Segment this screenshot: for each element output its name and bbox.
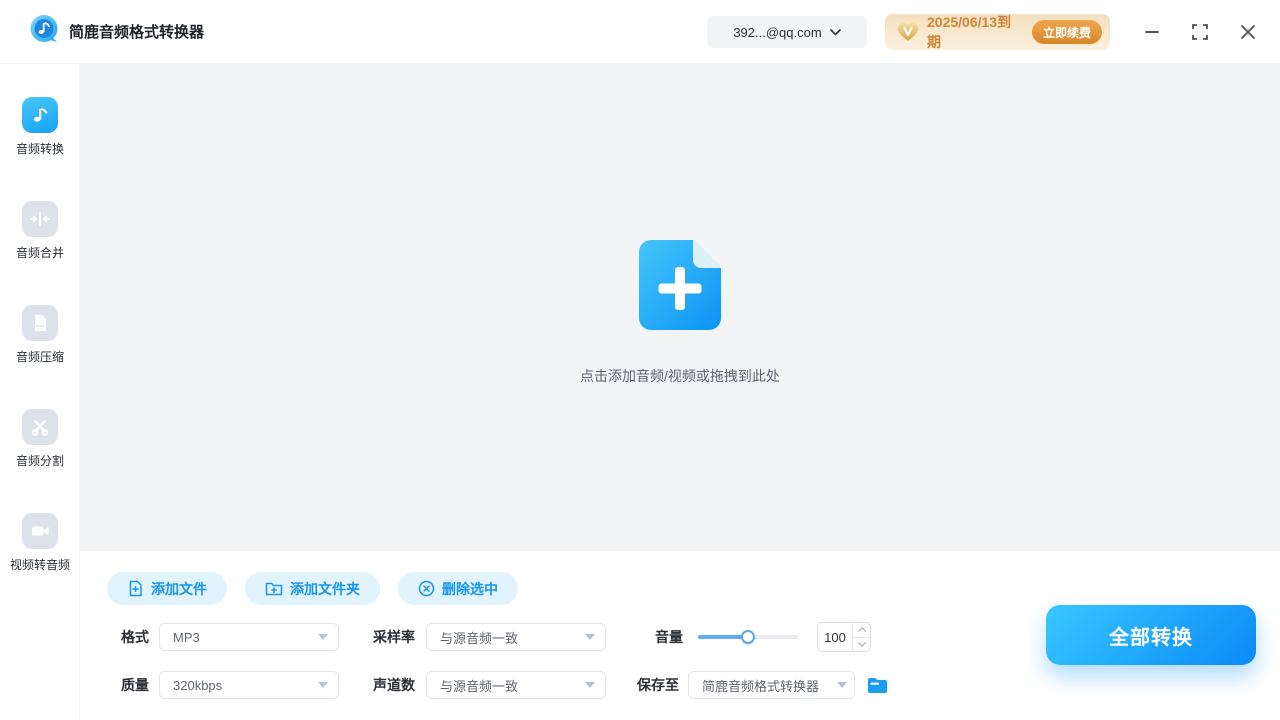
channels-label: 声道数 [373, 671, 415, 699]
sidebar-item-audio-split[interactable]: 音频分割 [0, 409, 80, 469]
title-bar: 简鹿音频格式转换器 392...@qq.com 2025/06/13到期 立即续… [0, 0, 1280, 64]
sidebar-item-video-to-audio[interactable]: 视频转音频 [0, 513, 80, 573]
account-dropdown[interactable]: 392...@qq.com [707, 16, 867, 48]
renew-button[interactable]: 立即续费 [1032, 20, 1102, 44]
quality-select[interactable]: 320kbps [159, 671, 339, 699]
close-icon [1240, 24, 1256, 40]
save-to-label: 保存至 [637, 671, 679, 699]
music-note-icon [22, 97, 58, 133]
dropdown-caret-icon [585, 634, 595, 640]
minimize-button[interactable] [1140, 20, 1164, 44]
browse-folder-button[interactable] [865, 674, 889, 696]
chevron-up-icon [857, 627, 865, 635]
sidebar: 音频转换 音频合并 音频压缩 [0, 64, 80, 720]
window-controls [1140, 0, 1260, 64]
dropzone-hint: 点击添加音频/视频或拖拽到此处 [80, 366, 1280, 386]
circle-x-icon [418, 580, 435, 597]
dropzone[interactable]: 点击添加音频/视频或拖拽到此处 [80, 240, 1280, 386]
add-file-label: 添加文件 [151, 579, 207, 599]
channels-value: 与源音频一致 [440, 676, 518, 695]
maximize-button[interactable] [1188, 20, 1212, 44]
spinner-down-button[interactable] [853, 638, 870, 652]
number-spinner [852, 623, 870, 651]
close-button[interactable] [1236, 20, 1260, 44]
quality-value: 320kbps [173, 678, 222, 693]
add-file-big-icon [639, 317, 721, 334]
format-select[interactable]: MP3 [159, 623, 339, 651]
sidebar-item-label: 音频压缩 [16, 348, 64, 365]
sidebar-item-label: 视频转音频 [10, 556, 70, 573]
folder-open-icon [867, 677, 888, 694]
add-file-button[interactable]: 添加文件 [107, 572, 227, 605]
file-plus-icon [127, 580, 144, 597]
volume-slider[interactable] [698, 623, 798, 651]
slider-thumb[interactable] [741, 630, 755, 644]
chevron-down-icon [857, 639, 865, 647]
channels-select[interactable]: 与源音频一致 [426, 671, 606, 699]
scissors-icon [22, 409, 58, 445]
sidebar-item-label: 音频转换 [16, 140, 64, 157]
save-to-select[interactable]: 简鹿音频格式转换器 [688, 671, 855, 699]
add-folder-button[interactable]: 添加文件夹 [245, 572, 380, 605]
account-email: 392...@qq.com [733, 25, 821, 40]
folder-plus-icon [265, 581, 283, 597]
video-camera-icon [22, 513, 58, 549]
spinner-up-button[interactable] [853, 623, 870, 638]
add-folder-label: 添加文件夹 [290, 579, 360, 599]
volume-value: 100 [818, 623, 852, 651]
dropdown-caret-icon [318, 634, 328, 640]
app-logo: 简鹿音频格式转换器 [28, 13, 204, 50]
sidebar-item-audio-convert[interactable]: 音频转换 [0, 97, 80, 157]
app-title: 简鹿音频格式转换器 [69, 21, 204, 42]
sidebar-item-audio-compress[interactable]: 音频压缩 [0, 305, 80, 365]
settings-panel: 添加文件 添加文件夹 删除选中 格式 MP3 采样率 与源音频一致 [80, 551, 1280, 720]
file-toolbar: 添加文件 添加文件夹 删除选中 [107, 572, 518, 605]
delete-selected-button[interactable]: 删除选中 [398, 572, 518, 605]
app-logo-icon [28, 13, 60, 50]
vip-expiry-date: 2025/06/13到期 [927, 12, 1024, 52]
sidebar-item-audio-merge[interactable]: 音频合并 [0, 201, 80, 261]
sample-rate-select[interactable]: 与源音频一致 [426, 623, 606, 651]
vip-crown-icon [897, 22, 919, 42]
file-list-area: 点击添加音频/视频或拖拽到此处 [80, 64, 1280, 551]
minimize-icon [1144, 24, 1160, 40]
sidebar-item-label: 音频合并 [16, 244, 64, 261]
save-to-value: 简鹿音频格式转换器 [702, 676, 819, 695]
chevron-down-icon [830, 29, 841, 36]
dropdown-caret-icon [837, 682, 847, 688]
convert-all-button[interactable]: 全部转换 [1046, 605, 1256, 665]
dropdown-caret-icon [318, 682, 328, 688]
quality-label: 质量 [121, 671, 149, 699]
delete-selected-label: 删除选中 [442, 579, 498, 599]
sample-rate-label: 采样率 [373, 623, 415, 651]
settings-row-2: 质量 320kbps 声道数 与源音频一致 保存至 简鹿音频格式转换器 [80, 671, 1280, 699]
format-label: 格式 [121, 623, 149, 651]
dropdown-caret-icon [585, 682, 595, 688]
sidebar-item-label: 音频分割 [16, 452, 64, 469]
merge-icon [22, 201, 58, 237]
format-value: MP3 [173, 630, 200, 645]
volume-number-input[interactable]: 100 [817, 622, 871, 652]
volume-label: 音量 [655, 623, 683, 651]
sample-rate-value: 与源音频一致 [440, 628, 518, 647]
vip-status-badge: 2025/06/13到期 立即续费 [885, 14, 1110, 50]
maximize-icon [1192, 24, 1208, 40]
compress-file-icon [22, 305, 58, 341]
